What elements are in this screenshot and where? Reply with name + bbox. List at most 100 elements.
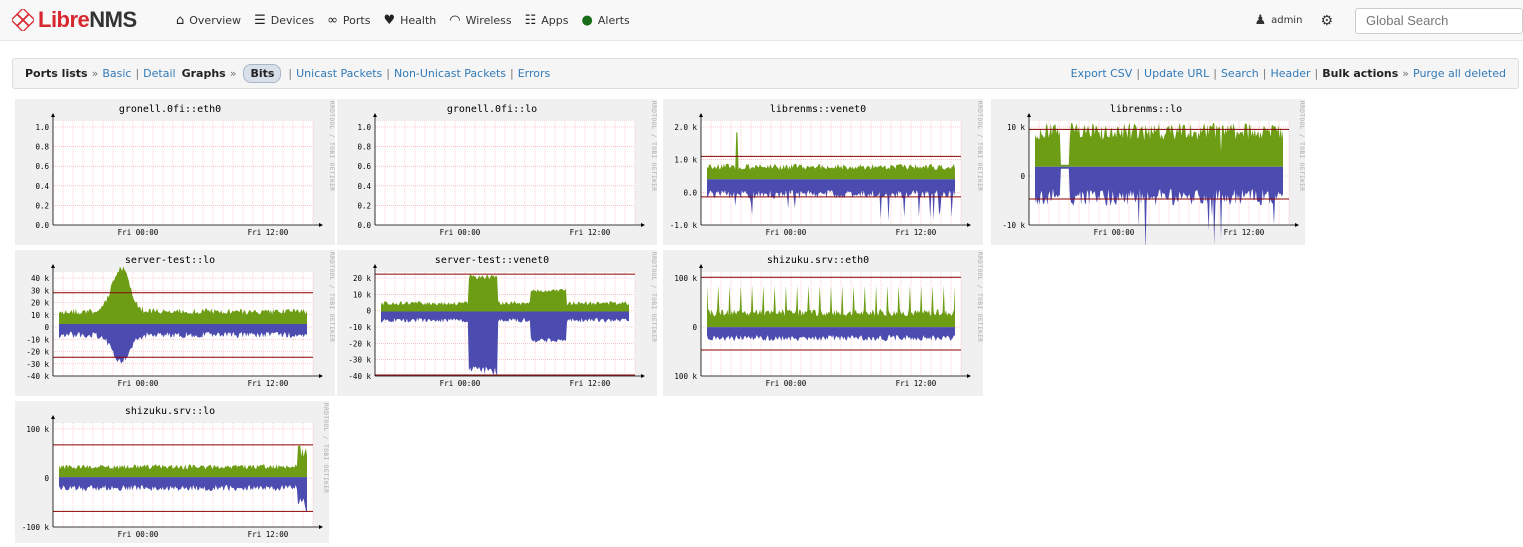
- nav-alerts[interactable]: ● Alerts: [582, 14, 630, 27]
- graph-title: server-test::venet0: [434, 255, 550, 266]
- port-graph[interactable]: 2.0 k 1.0 k 0.0 -1.0 k Fri 00:00 Fri 12:00 lib…: [663, 99, 983, 245]
- y-tick-label: -10 k: [348, 323, 371, 332]
- nav-wireless[interactable]: ◠ Wireless: [449, 14, 511, 27]
- link-unicast-packets[interactable]: Unicast Packets: [296, 67, 382, 80]
- separator: |: [1262, 67, 1267, 80]
- link-icon: ∞: [327, 13, 338, 28]
- link-purge-all-deleted[interactable]: Purge all deleted: [1413, 67, 1506, 80]
- y-tick-label: 20 k: [353, 274, 372, 283]
- server-icon: ☰: [254, 13, 266, 28]
- toolbar-right: Export CSV | Update URL | Search | Header | …: [1071, 67, 1506, 80]
- nav-label: Alerts: [597, 14, 630, 27]
- rrdtool-credit: RRDTOOL / TOBI OETIKER: [976, 101, 983, 192]
- separator: |: [1213, 67, 1217, 80]
- brand-name: LibreNMS: [38, 7, 137, 32]
- y-tick-label: 0.0: [35, 221, 49, 230]
- x-tick-label: Fri 12:00: [248, 530, 289, 539]
- graph-title: gronell.0fi::lo: [446, 104, 538, 115]
- nav-right: ♟ admin ⚙: [1254, 0, 1523, 41]
- graph-plot: 40 k 30 k 20 k 10 k 0 -10 k -20 k -30 k -40 k Fri…: [26, 264, 323, 388]
- graph-title: gronell.0fi::eth0: [118, 104, 222, 115]
- y-tick-label: 0.0: [683, 188, 697, 197]
- y-tick-label: 0: [692, 323, 697, 332]
- brand-logo[interactable]: LibreNMS: [12, 7, 137, 32]
- user-menu[interactable]: ♟ admin: [1254, 13, 1302, 28]
- y-tick-label: 30 k: [31, 286, 50, 295]
- x-tick-label: Fri 12:00: [896, 379, 937, 388]
- main-nav: ⌂ Overview ☰ Devices ∞ Ports ♥ Health ◠ Wirel…: [176, 0, 643, 41]
- port-graph[interactable]: 40 k 30 k 20 k 10 k 0 -10 k -20 k -30 k -40 k Fri…: [15, 250, 335, 396]
- separator: |: [510, 67, 514, 80]
- librenms-logo-icon: [12, 9, 34, 31]
- rrdtool-credit: RRDTOOL / TOBI OETIKER: [322, 403, 329, 494]
- x-tick-label: Fri 00:00: [1094, 228, 1135, 237]
- x-axis-arrow: [1295, 223, 1299, 227]
- port-graph[interactable]: 10 k 0 -10 k Fri 00:00 Fri 12:00 librenms::lo…: [991, 99, 1305, 245]
- x-axis-arrow: [319, 374, 323, 378]
- separator: »: [91, 67, 99, 80]
- link-non-unicast-packets[interactable]: Non-Unicast Packets: [394, 67, 506, 80]
- y-tick-label: -30 k: [348, 356, 371, 365]
- graph-title: shizuku.srv::lo: [124, 406, 216, 417]
- y-tick-label: 1.0: [35, 123, 49, 132]
- y-tick-label: -10 k: [1002, 221, 1025, 230]
- y-tick-label: 0: [44, 474, 49, 483]
- separator: |: [386, 67, 390, 80]
- nav-label: Overview: [189, 14, 242, 27]
- rrdtool-credit: RRDTOOL / TOBI OETIKER: [328, 101, 335, 192]
- x-tick-label: Fri 00:00: [766, 228, 807, 237]
- link-export-csv[interactable]: Export CSV: [1071, 67, 1133, 80]
- y-tick-label: 0.8: [357, 143, 371, 152]
- user-icon: ♟: [1254, 13, 1267, 28]
- y-tick-label: 0.8: [35, 143, 49, 152]
- port-graph[interactable]: 1.0 0.8 0.6 0.4 0.2 0.0 Fri 00:00 Fri 12:00 gron…: [15, 99, 335, 245]
- x-tick-label: Fri 12:00: [896, 228, 937, 237]
- port-graph[interactable]: 20 k 10 k 0 -10 k -20 k -30 k -40 k Fri 00:00 Fr…: [337, 250, 657, 396]
- gear-icon[interactable]: ⚙: [1320, 13, 1333, 29]
- y-tick-label: -40 k: [26, 372, 49, 381]
- separator: |: [1314, 67, 1319, 80]
- wifi-icon: ◠: [449, 13, 461, 28]
- x-tick-label: Fri 00:00: [118, 530, 159, 539]
- nav-overview[interactable]: ⌂ Overview: [176, 14, 241, 27]
- global-search-input[interactable]: [1355, 7, 1523, 34]
- link-detail[interactable]: Detail: [143, 67, 175, 80]
- graph-plot: 20 k 10 k 0 -10 k -20 k -30 k -40 k Fri 00:00 Fr…: [348, 264, 645, 388]
- x-axis-arrow: [967, 374, 971, 378]
- x-tick-label: Fri 00:00: [440, 228, 481, 237]
- x-tick-label: Fri 12:00: [248, 228, 289, 237]
- y-tick-label: 0.4: [35, 182, 49, 191]
- link-header[interactable]: Header: [1270, 67, 1310, 80]
- nav-health[interactable]: ♥ Health: [383, 14, 436, 27]
- y-tick-label: 0.4: [357, 182, 371, 191]
- y-tick-label: 0: [44, 323, 49, 332]
- graphs-label: Graphs: [181, 67, 226, 80]
- nav-label: Ports: [342, 14, 371, 27]
- port-graph[interactable]: 1.0 0.8 0.6 0.4 0.2 0.0 Fri 00:00 Fri 12:00 gron…: [337, 99, 657, 245]
- link-basic[interactable]: Basic: [102, 67, 131, 80]
- link-update-url[interactable]: Update URL: [1144, 67, 1209, 80]
- y-tick-label: 10 k: [31, 311, 50, 320]
- nav-ports[interactable]: ∞ Ports: [327, 14, 370, 27]
- x-tick-label: Fri 00:00: [766, 379, 807, 388]
- x-tick-label: Fri 12:00: [570, 228, 611, 237]
- nav-apps[interactable]: ☷ Apps: [525, 14, 569, 27]
- heartbeat-icon: ♥: [383, 13, 396, 28]
- rrdtool-credit: RRDTOOL / TOBI OETIKER: [328, 252, 335, 343]
- top-navbar: LibreNMS ⌂ Overview ☰ Devices ∞ Ports ♥ Heal…: [0, 0, 1523, 41]
- separator: |: [288, 67, 293, 80]
- link-errors[interactable]: Errors: [518, 67, 551, 80]
- link-bits-active[interactable]: Bits: [243, 64, 282, 83]
- separator: »: [229, 67, 237, 80]
- home-icon: ⌂: [176, 13, 185, 28]
- x-axis-arrow: [641, 374, 645, 378]
- y-tick-label: 100 k: [674, 372, 697, 381]
- nav-label: Apps: [541, 14, 569, 27]
- rrdtool-credit: RRDTOOL / TOBI OETIKER: [650, 101, 657, 192]
- y-tick-label: 0.2: [357, 201, 371, 210]
- link-search[interactable]: Search: [1221, 67, 1259, 80]
- x-axis-arrow: [641, 223, 645, 227]
- port-graph[interactable]: 100 k 0 100 k Fri 00:00 Fri 12:00 shizuku.srv…: [663, 250, 983, 396]
- port-graph[interactable]: 100 k 0 -100 k Fri 00:00 Fri 12:00 shizuku.sr…: [15, 401, 329, 543]
- nav-devices[interactable]: ☰ Devices: [254, 14, 314, 27]
